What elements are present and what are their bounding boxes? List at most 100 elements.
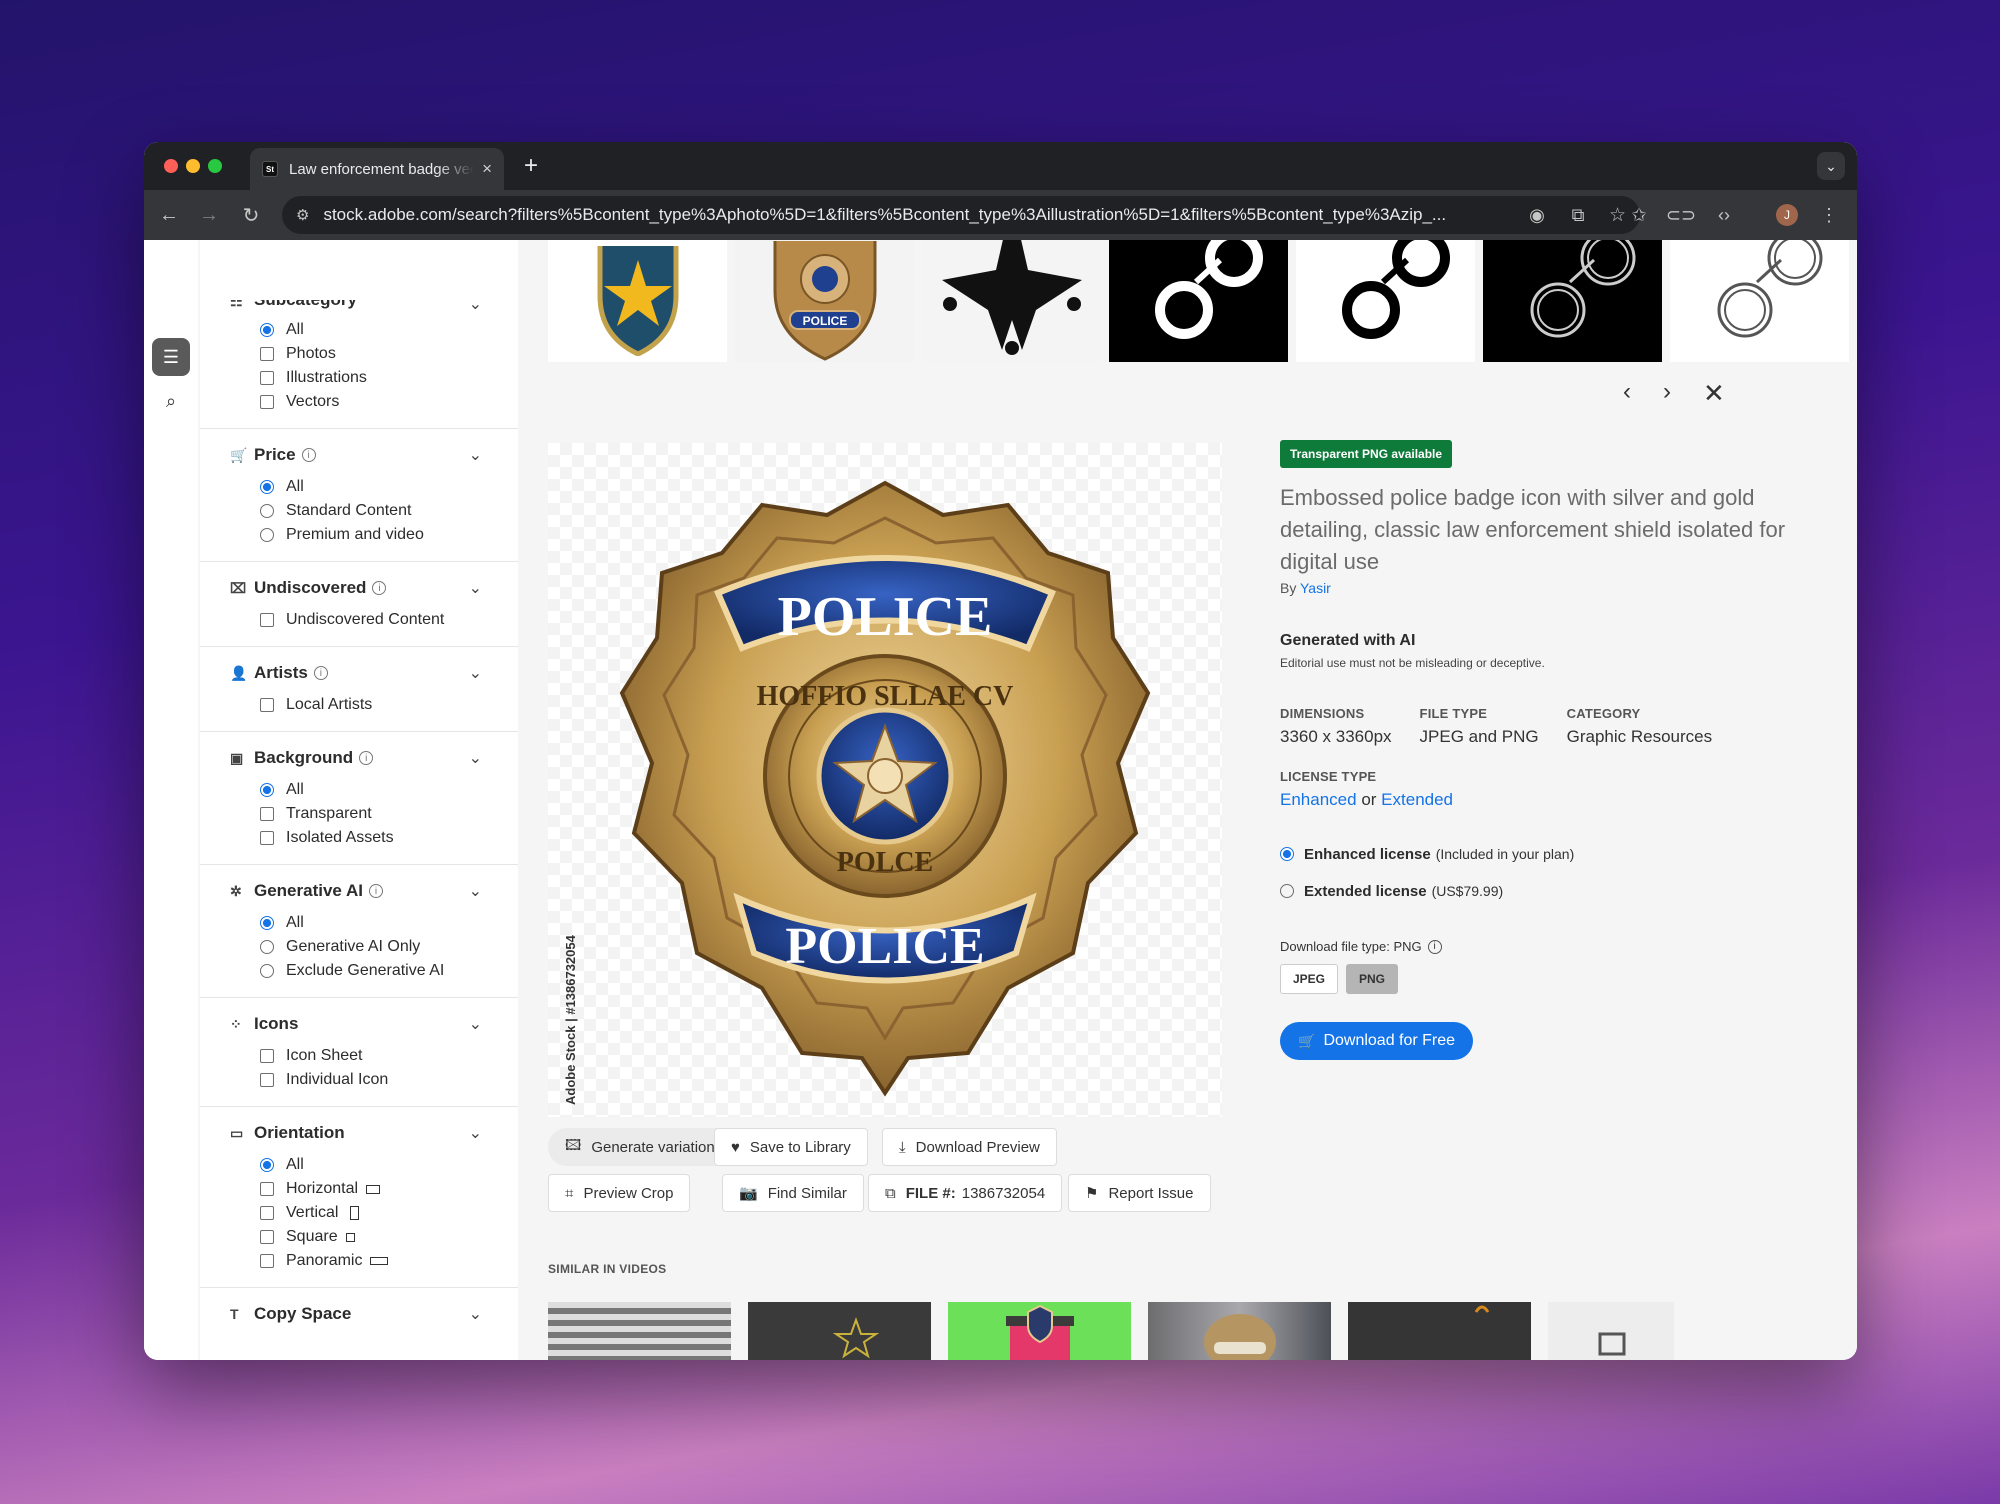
- back-arrow-icon[interactable]: ←: [156, 202, 182, 228]
- filter-option-individual-icon[interactable]: Individual Icon: [260, 1068, 518, 1092]
- checkbox[interactable]: [260, 371, 274, 385]
- video-thumbnail-police-station[interactable]: [948, 1302, 1131, 1360]
- next-chevron-icon[interactable]: ›: [1663, 378, 1671, 406]
- checkbox[interactable]: [260, 1182, 274, 1196]
- reload-icon[interactable]: ↻: [238, 202, 264, 228]
- info-icon[interactable]: i: [368, 884, 383, 898]
- thumbnail-police-badge[interactable]: POLICE: [735, 240, 914, 362]
- radio[interactable]: [260, 940, 274, 954]
- filter-option-square[interactable]: Square: [260, 1225, 518, 1249]
- info-icon[interactable]: i: [372, 581, 387, 595]
- filter-option-exclude-genai[interactable]: Exclude Generative AI: [260, 959, 518, 983]
- report-issue-button[interactable]: ⚑ Report Issue: [1068, 1174, 1211, 1212]
- extensions-puzzle-icon[interactable]: ⧉: [1567, 204, 1589, 226]
- close-detail-icon[interactable]: ✕: [1703, 378, 1725, 409]
- chevron-down-icon[interactable]: ⌄: [469, 663, 482, 683]
- filters-toggle-icon[interactable]: ☰: [152, 338, 190, 376]
- radio-selected[interactable]: [260, 783, 274, 797]
- checkbox[interactable]: [260, 1049, 274, 1063]
- enhanced-license-option[interactable]: Enhanced license (Included in your plan): [1280, 842, 1820, 866]
- save-to-library-button[interactable]: ♥ Save to Library: [714, 1128, 868, 1166]
- filter-option-all[interactable]: All: [260, 911, 518, 935]
- filter-option-vectors[interactable]: Vectors: [260, 390, 518, 414]
- chevron-down-icon[interactable]: ⌄: [469, 578, 482, 598]
- filter-option-photos[interactable]: Photos: [260, 342, 518, 366]
- filter-option-horizontal[interactable]: Horizontal: [260, 1177, 518, 1201]
- password-manager-icon[interactable]: ◉: [1526, 204, 1548, 226]
- checkbox[interactable]: [260, 395, 274, 409]
- close-tab-icon[interactable]: ×: [482, 159, 492, 179]
- chevron-down-icon[interactable]: ⌄: [469, 445, 482, 465]
- new-tab-button[interactable]: +: [524, 152, 538, 180]
- checkbox[interactable]: [260, 1230, 274, 1244]
- preview-crop-button[interactable]: ⌗ Preview Crop: [548, 1174, 691, 1212]
- category-link[interactable]: Graphic Resources: [1567, 727, 1713, 747]
- thumbnail-sheriff-star[interactable]: [922, 240, 1101, 362]
- author-link[interactable]: Yasir: [1300, 580, 1331, 596]
- filter-option-local-artists[interactable]: Local Artists: [260, 693, 518, 717]
- filter-option-all[interactable]: All: [260, 318, 518, 342]
- video-thumbnail-placeholder[interactable]: [1548, 1302, 1674, 1360]
- generate-variations-button[interactable]: 🖾 Generate variations: [548, 1128, 740, 1166]
- bookmark-star-icon[interactable]: ☆: [1609, 204, 1626, 227]
- link-icon[interactable]: ⊂⊃: [1666, 204, 1696, 226]
- file-number-button[interactable]: ⧉ FILE #: 1386732054: [868, 1174, 1063, 1212]
- chevron-down-icon[interactable]: ⌄: [469, 1123, 482, 1143]
- download-preview-button[interactable]: ⤓ Download Preview: [882, 1128, 1057, 1166]
- tab-search-chevron-icon[interactable]: ⌄: [1817, 152, 1845, 180]
- checkbox[interactable]: [260, 613, 274, 627]
- video-thumbnail-badge-photo[interactable]: [1148, 1302, 1331, 1360]
- checkbox[interactable]: [260, 807, 274, 821]
- radio[interactable]: [260, 504, 274, 518]
- chevron-down-icon[interactable]: ⌄: [469, 881, 482, 901]
- checkbox[interactable]: [260, 831, 274, 845]
- filter-option-all[interactable]: All: [260, 475, 518, 499]
- chevron-down-icon[interactable]: ⌄: [469, 294, 482, 314]
- radio[interactable]: [260, 964, 274, 978]
- profile-avatar[interactable]: J: [1776, 204, 1798, 226]
- find-similar-button[interactable]: 📷 Find Similar: [722, 1174, 864, 1212]
- chevron-down-icon[interactable]: ⌄: [469, 1304, 482, 1324]
- site-settings-icon[interactable]: ⚙: [296, 206, 309, 224]
- thumbnail-handcuffs-light[interactable]: [1296, 240, 1475, 362]
- enhanced-license-link[interactable]: Enhanced: [1280, 790, 1357, 809]
- filter-option-all[interactable]: All: [260, 778, 518, 802]
- info-icon[interactable]: i: [313, 666, 328, 680]
- visual-search-icon[interactable]: ⌕: [152, 382, 190, 420]
- radio-selected[interactable]: [1280, 847, 1294, 861]
- extended-license-option[interactable]: Extended license (US$79.99): [1280, 879, 1820, 903]
- minimize-window-button[interactable]: [186, 159, 200, 173]
- filter-option-genai-only[interactable]: Generative AI Only: [260, 935, 518, 959]
- extended-license-link[interactable]: Extended: [1381, 790, 1453, 809]
- thumbnail-handcuffs-outline-light[interactable]: [1670, 240, 1849, 362]
- address-bar[interactable]: ⚙ stock.adobe.com/search?filters%5Bconte…: [282, 196, 1640, 234]
- thumbnail-handcuffs-dark[interactable]: [1109, 240, 1288, 362]
- asset-preview[interactable]: POLICE HOFFIO SLLAE CV POLCE POLICE Adob…: [548, 443, 1222, 1117]
- checkbox[interactable]: [260, 698, 274, 712]
- thumbnail-handcuffs-outline-dark[interactable]: [1483, 240, 1662, 362]
- radio-selected[interactable]: [260, 480, 274, 494]
- download-for-free-button[interactable]: 🛒 Download for Free: [1280, 1022, 1474, 1060]
- code-icon[interactable]: ‹›: [1713, 204, 1735, 226]
- checkbox[interactable]: [260, 347, 274, 361]
- filter-option-isolated[interactable]: Isolated Assets: [260, 826, 518, 850]
- chevron-down-icon[interactable]: ⌄: [469, 1014, 482, 1034]
- video-thumbnail-flag[interactable]: [548, 1302, 731, 1360]
- chevron-down-icon[interactable]: ⌄: [469, 748, 482, 768]
- radio-selected[interactable]: [260, 916, 274, 930]
- browser-tab[interactable]: St Law enforcement badge vector ×: [250, 148, 504, 190]
- filter-option-premium[interactable]: Premium and video: [260, 523, 518, 547]
- filter-option-panoramic[interactable]: Panoramic: [260, 1249, 518, 1273]
- filter-option-all[interactable]: All: [260, 1153, 518, 1177]
- video-thumbnail-star[interactable]: [748, 1302, 931, 1360]
- radio[interactable]: [1280, 884, 1294, 898]
- radio-selected[interactable]: [260, 323, 274, 337]
- zoom-window-button[interactable]: [208, 159, 222, 173]
- info-icon[interactable]: i: [1427, 939, 1442, 954]
- close-window-button[interactable]: [164, 159, 178, 173]
- previous-chevron-icon[interactable]: ‹: [1623, 378, 1631, 406]
- checkbox[interactable]: [260, 1206, 274, 1220]
- filter-option-undiscovered[interactable]: Undiscovered Content: [260, 608, 518, 632]
- checkbox[interactable]: [260, 1073, 274, 1087]
- forward-arrow-icon[interactable]: →: [196, 202, 222, 228]
